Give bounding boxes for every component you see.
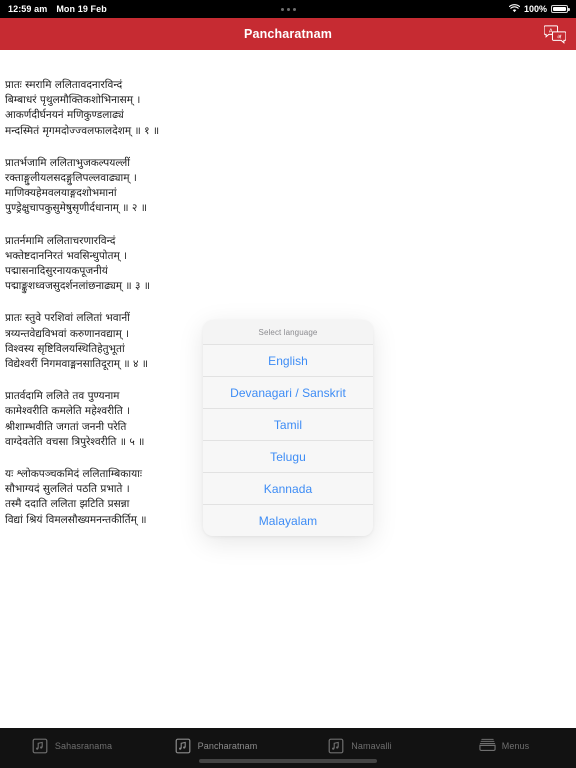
verse-line: पद्मासनादिसुरनायकपूजनीयं	[5, 265, 108, 278]
language-option-malayalam[interactable]: Malayalam	[203, 504, 373, 536]
tab-namavalli[interactable]: Namavalli	[288, 728, 432, 758]
verse-block: प्रातर्नमामि ललिताचरणारविन्दं भक्तेष्टदा…	[5, 234, 305, 295]
tab-label: Menus	[501, 741, 530, 751]
language-option-english[interactable]: English	[203, 344, 373, 376]
dialog-title: Select language	[203, 320, 373, 344]
verse-line: माणिक्यहेमवलयाङ्गदशोभमानां	[5, 187, 117, 200]
tray-icon	[479, 738, 496, 754]
language-select-dialog: Select language English Devanagari / San…	[203, 320, 373, 536]
verse-line: भक्तेष्टदाननिरतं भवसिन्धुपोतम् ।	[5, 249, 128, 262]
music-note-box-icon	[328, 738, 344, 754]
verse-block: प्रातर्भजामि ललिताभुजकल्पयल्लीं रक्ताङ्ग…	[5, 156, 305, 217]
tab-bar: Sahasranama Pancharatnam Namavalli Menus	[0, 728, 576, 768]
status-date: Mon 19 Feb	[56, 4, 107, 14]
tab-sahasranama[interactable]: Sahasranama	[0, 728, 144, 758]
app-root: 12:59 am Mon 19 Feb 100% Pancharatnam A	[0, 0, 576, 768]
battery-icon	[551, 5, 570, 13]
translate-icon[interactable]: A अ	[542, 22, 568, 46]
verse-line: प्रातर्भजामि ललिताभुजकल्पयल्लीं	[5, 156, 130, 169]
status-time: 12:59 am	[8, 4, 48, 14]
tab-label: Sahasranama	[54, 741, 113, 751]
battery-percent: 100%	[523, 4, 547, 14]
language-option-telugu[interactable]: Telugu	[203, 440, 373, 472]
page-title: Pancharatnam	[244, 27, 332, 41]
verse-line: पद्माङ्कुशध्वजसुदर्शनलांछनाढ्यम् ॥ ३ ॥	[5, 280, 151, 293]
verse-line: प्रातः स्मरामि ललितावदनारविन्दं	[5, 79, 123, 91]
language-option-kannada[interactable]: Kannada	[203, 472, 373, 504]
status-bar-left: 12:59 am Mon 19 Feb	[8, 4, 107, 14]
music-note-box-icon	[175, 738, 191, 754]
verse-line: रक्ताङ्गुलीयलसदङ्गुलिपल्लवाढ्याम् ।	[5, 172, 137, 185]
music-note-box-icon	[32, 738, 48, 754]
verse-line: पुण्ड्रेक्षुचापकुसुमेषुसृणीर्दधानाम् ॥ २…	[5, 202, 147, 215]
ellipsis-icon	[280, 7, 296, 11]
home-indicator	[199, 759, 377, 763]
tab-label: Namavalli	[351, 741, 392, 751]
tab-menus[interactable]: Menus	[432, 728, 576, 758]
verse-block: प्रातः स्मरामि ललितावदनारविन्दं बिम्बाधर…	[5, 78, 305, 139]
verse-line: आकर्णदीर्घनयनं मणिकुण्डलाढ्यं	[5, 109, 124, 122]
content-area: प्रातः स्मरामि ललितावदनारविन्दं बिम्बाधर…	[0, 50, 576, 728]
language-option-tamil[interactable]: Tamil	[203, 408, 373, 440]
svg-text:अ: अ	[557, 34, 562, 40]
language-option-devanagari-sanskrit[interactable]: Devanagari / Sanskrit	[203, 376, 373, 408]
tab-pancharatnam[interactable]: Pancharatnam	[144, 728, 288, 758]
wifi-icon	[508, 3, 521, 15]
status-bar: 12:59 am Mon 19 Feb 100%	[0, 0, 576, 18]
tab-label: Pancharatnam	[197, 741, 258, 751]
app-header: Pancharatnam A अ	[0, 18, 576, 50]
verse-line: बिम्बाधरं पृथुलमौक्तिकशोभिनासम् ।	[5, 94, 141, 107]
status-bar-right: 100%	[508, 3, 570, 15]
verse-line: प्रातर्नमामि ललिताचरणारविन्दं	[5, 234, 116, 247]
verse-line: मन्दस्मितं मृगमदोज्ज्वलफालदेशम् ॥ १ ॥	[5, 124, 160, 137]
